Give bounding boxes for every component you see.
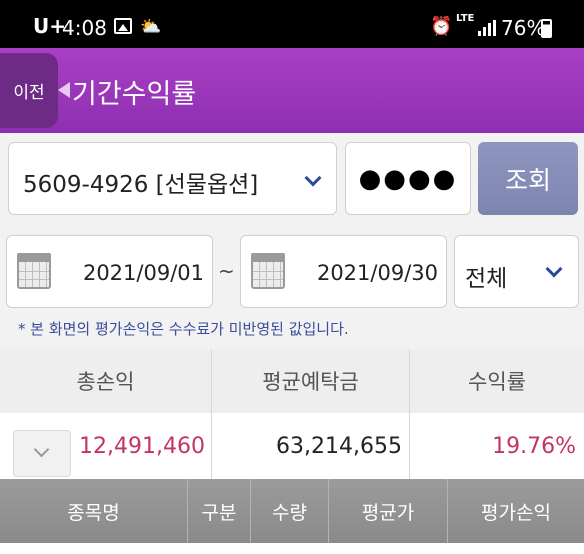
column-header-avg-price: 평균가 [361,501,415,524]
account-select-value: 5609-4926 [선물옵션] [23,172,259,198]
gallery-notification-icon [114,18,132,34]
column-header-quantity: 수량 [272,501,307,524]
column-header-total-profit: 총손익 [76,370,135,394]
end-date-field[interactable]: 2021/09/30 [240,235,447,308]
account-row: 5609-4926 [선물옵션] ●●●● 조회 [0,133,584,221]
summary-header: 총손익 평균예탁금 수익률 [0,349,584,413]
avg-deposit-value: 63,214,655 [276,434,402,459]
clock: 4:08 [62,16,107,40]
column-header-return-rate: 수익률 [468,370,526,394]
app-header: 이전 기간수익률 [0,48,584,133]
filter-select-value: 전체 [465,266,508,292]
battery-percent: 76% [501,16,546,40]
account-select[interactable]: 5609-4926 [선물옵션] [8,142,337,215]
column-header-avg-deposit: 평균예탁금 [262,370,359,394]
detail-table-header: 종목명 구분 수량 평균가 평가손익 [0,479,584,543]
search-button[interactable]: 조회 [478,142,578,215]
calendar-icon [17,253,51,289]
summary-row: 12,491,460 63,214,655 19.76% [0,413,584,479]
back-arrow-icon [58,82,70,98]
page-title: 기간수익률 [72,79,197,110]
alarm-icon: ⏰ [430,16,453,37]
return-rate-value: 19.76% [492,434,576,459]
password-field[interactable]: ●●●● [345,142,471,215]
expand-button[interactable] [13,430,71,477]
start-date-value: 2021/09/01 [82,261,204,285]
chevron-down-icon [33,441,50,458]
fee-notice: * 본 화면의 평가손익은 수수료가 미반영된 값입니다. [18,320,349,338]
network-type: LTE [456,13,475,24]
back-button[interactable]: 이전 [0,53,58,128]
column-header-valuation-profit: 평가손익 [481,501,551,524]
period-row: 2021/09/01 ~ 2021/09/30 전체 * 본 화면의 평가손익은… [0,221,584,349]
column-divider [211,413,212,479]
column-header-item-name: 종목명 [67,501,120,524]
filter-select[interactable]: 전체 [454,235,579,308]
bottom-strip [0,543,584,554]
total-profit-value: 12,491,460 [79,434,205,459]
status-bar: U+ 4:08 ⛅ ⏰ LTE 76% [0,0,584,48]
column-divider [409,413,410,479]
column-header-type: 구분 [201,501,237,524]
end-date-value: 2021/09/30 [316,261,438,285]
date-separator: ~ [218,259,235,283]
signal-icon [478,20,498,36]
start-date-field[interactable]: 2021/09/01 [6,235,213,308]
calendar-icon [251,253,285,289]
battery-icon [541,19,552,38]
chevron-down-icon [545,260,563,278]
weather-icon: ⛅ [140,17,162,37]
chevron-down-icon [304,169,322,187]
